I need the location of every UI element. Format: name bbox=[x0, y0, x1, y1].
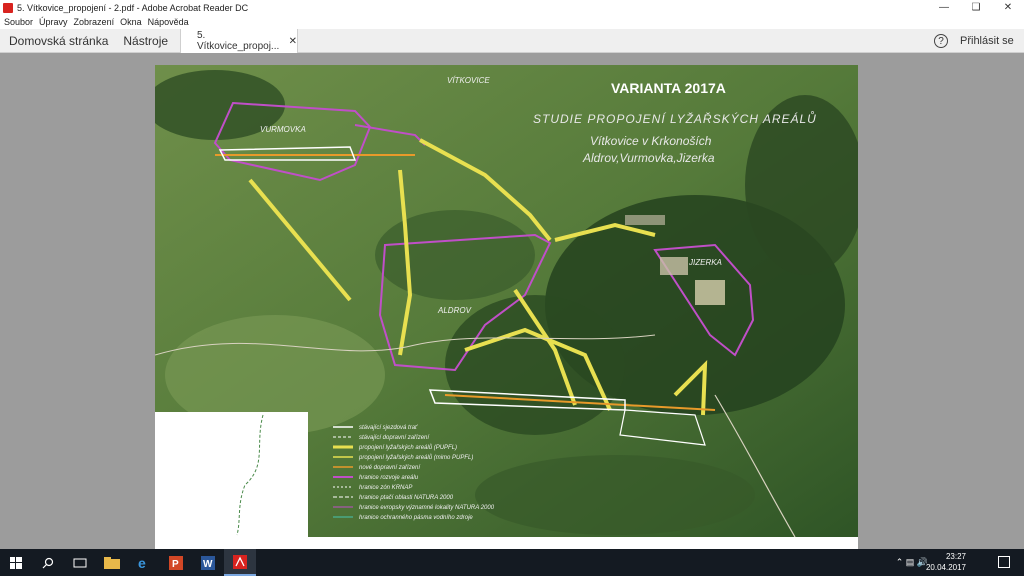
document-viewer[interactable]: VARIANTA 2017A STUDIE PROPOJENÍ LYŽAŘSKÝ… bbox=[0, 53, 1024, 549]
windows-icon bbox=[10, 556, 22, 569]
map-subtitle-1: STUDIE PROPOJENÍ LYŽAŘSKÝCH AREÁLŮ bbox=[533, 110, 817, 126]
menu-soubor[interactable]: Soubor bbox=[4, 17, 33, 27]
map-subtitle-2: Vítkovice v Krkonoších bbox=[590, 134, 712, 148]
tab-bar: Domovská stránka Nástroje 5. Vítkovice_p… bbox=[0, 29, 1024, 53]
map-inset bbox=[155, 412, 308, 537]
powerpoint-icon: P bbox=[169, 555, 183, 570]
clock-date: 20.04.2017 bbox=[925, 563, 966, 572]
window-title: 5. Vítkovice_propojení - 2.pdf - Adobe A… bbox=[17, 2, 249, 13]
clock[interactable]: 23:27 20.04.2017 bbox=[926, 551, 966, 573]
legend-item-2: stávající dopravní zařízení bbox=[359, 435, 430, 441]
acrobat-taskbar-button[interactable] bbox=[224, 549, 256, 576]
title-bar: 5. Vítkovice_propojení - 2.pdf - Adobe A… bbox=[0, 0, 1024, 15]
map-title: VARIANTA 2017A bbox=[611, 80, 726, 96]
legend-item-1: stávající sjezdová trať bbox=[359, 425, 418, 431]
menu-upravy[interactable]: Úpravy bbox=[39, 17, 68, 27]
powerpoint-button[interactable]: P bbox=[160, 549, 192, 576]
edge-icon: e bbox=[138, 556, 146, 570]
notification-icon[interactable] bbox=[998, 556, 1010, 568]
legend-item-9: hranice evropsky významné lokality NATUR… bbox=[359, 505, 495, 511]
signin-button[interactable]: Přihlásit se bbox=[960, 35, 1014, 47]
acrobat-taskbar-icon bbox=[233, 554, 247, 569]
legend-item-8: hranice ptačí oblasti NATURA 2000 bbox=[359, 495, 454, 501]
edge-button[interactable]: e bbox=[128, 549, 160, 576]
folder-icon bbox=[104, 556, 120, 569]
place-vurmovka: VURMOVKA bbox=[260, 125, 306, 134]
place-jizerka: JIZERKA bbox=[688, 258, 722, 267]
legend-item-7: hranice zón KRNAP bbox=[359, 485, 412, 491]
help-icon[interactable]: ? bbox=[934, 34, 948, 48]
clock-time: 23:27 bbox=[945, 552, 966, 561]
place-aldrov: ALDROV bbox=[437, 306, 472, 315]
system-tray[interactable]: ⌃ ▤ 🔊 bbox=[896, 557, 928, 568]
svg-text:e: e bbox=[138, 556, 146, 570]
pdf-page: VARIANTA 2017A STUDIE PROPOJENÍ LYŽAŘSKÝ… bbox=[155, 65, 858, 549]
menu-okna[interactable]: Okna bbox=[120, 17, 142, 27]
maximize-button[interactable]: ❑ bbox=[960, 0, 992, 15]
document-tab[interactable]: 5. Vítkovice_propoj... ✕ bbox=[180, 29, 298, 53]
legend-item-4: propojení lyžařských areálů (mimo PUPFL) bbox=[358, 454, 473, 461]
menu-bar: Soubor Úpravy Zobrazení Okna Nápověda bbox=[0, 15, 1024, 29]
menu-zobrazeni[interactable]: Zobrazení bbox=[74, 17, 115, 27]
place-vitkovice: VÍTKOVICE bbox=[447, 76, 490, 85]
legend-item-10: hranice ochranného pásma vodního zdroje bbox=[359, 515, 473, 521]
legend-item-5: nové dopravní zařízení bbox=[359, 465, 421, 471]
menu-napoveda[interactable]: Nápověda bbox=[148, 17, 189, 27]
search-button[interactable] bbox=[32, 549, 64, 576]
document-tab-label: 5. Vítkovice_propoj... bbox=[197, 30, 280, 52]
task-view-button[interactable] bbox=[64, 549, 96, 576]
svg-text:W: W bbox=[203, 559, 213, 570]
minimize-button[interactable]: — bbox=[928, 0, 960, 15]
acrobat-icon bbox=[3, 2, 13, 13]
map-subtitle-3: Aldrov,Vurmovka,Jizerka bbox=[582, 151, 715, 165]
home-tab[interactable]: Domovská stránka bbox=[9, 34, 108, 48]
legend-item-6: hranice rozvoje areálu bbox=[359, 475, 419, 481]
legend-item-3: propojení lyžařských areálů (PUPFL) bbox=[358, 444, 457, 451]
start-button[interactable] bbox=[0, 549, 32, 576]
close-tab-icon[interactable]: ✕ bbox=[289, 36, 297, 47]
close-button[interactable]: ✕ bbox=[992, 0, 1024, 15]
word-icon: W bbox=[201, 555, 215, 570]
svg-text:P: P bbox=[172, 559, 179, 570]
file-explorer-button[interactable] bbox=[96, 549, 128, 576]
tools-tab[interactable]: Nástroje bbox=[123, 34, 168, 48]
taskbar: e P W ⌃ ▤ 🔊 23:27 20.04.2017 bbox=[0, 549, 1024, 576]
search-icon bbox=[42, 557, 54, 568]
aerial-map: VARIANTA 2017A STUDIE PROPOJENÍ LYŽAŘSKÝ… bbox=[155, 65, 858, 537]
task-view-icon bbox=[73, 558, 87, 567]
word-button[interactable]: W bbox=[192, 549, 224, 576]
